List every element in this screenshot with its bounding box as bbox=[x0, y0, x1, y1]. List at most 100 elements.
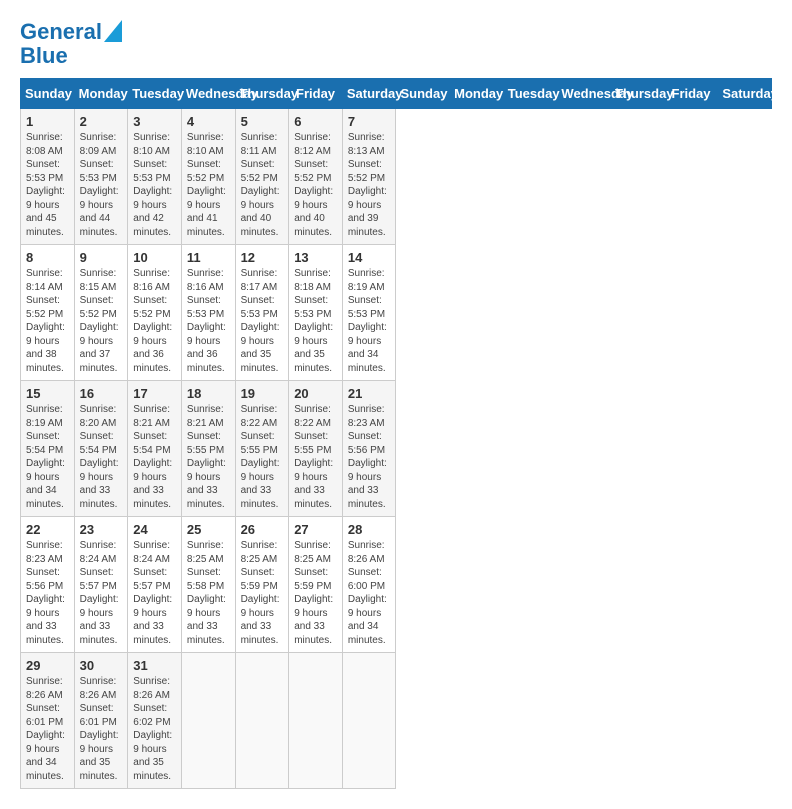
calendar-cell: 27Sunrise: 8:25 AMSunset: 5:59 PMDayligh… bbox=[289, 517, 343, 653]
day-info: Sunrise: 8:25 AMSunset: 5:58 PMDaylight:… bbox=[187, 539, 230, 647]
day-number: 13 bbox=[294, 250, 337, 265]
day-number: 4 bbox=[187, 114, 230, 129]
day-number: 5 bbox=[241, 114, 284, 129]
day-number: 17 bbox=[133, 386, 176, 401]
day-number: 10 bbox=[133, 250, 176, 265]
day-info: Sunrise: 8:23 AMSunset: 5:56 PMDaylight:… bbox=[348, 403, 391, 511]
day-number: 3 bbox=[133, 114, 176, 129]
day-number: 21 bbox=[348, 386, 391, 401]
day-number: 9 bbox=[80, 250, 123, 265]
day-number: 1 bbox=[26, 114, 69, 129]
day-info: Sunrise: 8:21 AMSunset: 5:55 PMDaylight:… bbox=[187, 403, 230, 511]
calendar-cell: 4 Sunrise: 8:10 AMSunset: 5:52 PMDaylight… bbox=[181, 109, 235, 245]
day-number: 25 bbox=[187, 522, 230, 537]
calendar-cell: 20 Sunrise: 8:22 AMSunset: 5:55 PMDayligh… bbox=[289, 381, 343, 517]
calendar-week-row: 1Sunrise: 8:08 AMSunset: 5:53 PMDaylight… bbox=[21, 109, 772, 245]
day-number: 11 bbox=[187, 250, 230, 265]
day-info: Sunrise: 8:21 AMSunset: 5:54 PMDaylight:… bbox=[133, 403, 176, 511]
calendar-week-row: 29 Sunrise: 8:26 AMSunset: 6:01 PMDayligh… bbox=[21, 653, 772, 789]
day-number: 12 bbox=[241, 250, 284, 265]
header-tuesday: Tuesday bbox=[128, 79, 182, 109]
day-info: Sunrise: 8:16 AMSunset: 5:52 PMDaylight:… bbox=[133, 267, 176, 375]
calendar-week-row: 15 Sunrise: 8:19 AMSunset: 5:54 PMDayligh… bbox=[21, 381, 772, 517]
day-number: 15 bbox=[26, 386, 69, 401]
day-number: 22 bbox=[26, 522, 69, 537]
calendar-cell bbox=[235, 653, 289, 789]
calendar-cell: 28 Sunrise: 8:26 AMSunset: 6:00 PMDayligh… bbox=[342, 517, 396, 653]
day-number: 16 bbox=[80, 386, 123, 401]
calendar-cell: 17 Sunrise: 8:21 AMSunset: 5:54 PMDayligh… bbox=[128, 381, 182, 517]
header-wednesday: Wednesday bbox=[181, 79, 235, 109]
calendar-cell: 31 Sunrise: 8:26 AMSunset: 6:02 PMDayligh… bbox=[128, 653, 182, 789]
calendar-cell: 7 Sunrise: 8:13 AMSunset: 5:52 PMDaylight… bbox=[342, 109, 396, 245]
day-number: 2 bbox=[80, 114, 123, 129]
calendar-cell: 5 Sunrise: 8:11 AMSunset: 5:52 PMDaylight… bbox=[235, 109, 289, 245]
day-info: Sunrise: 8:16 AMSunset: 5:53 PMDaylight:… bbox=[187, 267, 230, 375]
day-number: 26 bbox=[241, 522, 284, 537]
calendar-cell: 1Sunrise: 8:08 AMSunset: 5:53 PMDaylight… bbox=[21, 109, 75, 245]
calendar-table: SundayMondayTuesdayWednesdayThursdayFrid… bbox=[20, 78, 772, 789]
header-monday: Monday bbox=[74, 79, 128, 109]
day-info: Sunrise: 8:12 AMSunset: 5:52 PMDaylight:… bbox=[294, 131, 337, 239]
col-header-tuesday: Tuesday bbox=[503, 79, 557, 109]
day-info: Sunrise: 8:26 AMSunset: 6:02 PMDaylight:… bbox=[133, 675, 176, 783]
day-info: Sunrise: 8:15 AMSunset: 5:52 PMDaylight:… bbox=[80, 267, 123, 375]
calendar-cell: 2 Sunrise: 8:09 AMSunset: 5:53 PMDaylight… bbox=[74, 109, 128, 245]
calendar-cell: 29Sunrise: 8:26 AMSunset: 6:01 PMDayligh… bbox=[21, 653, 75, 789]
day-number: 28 bbox=[348, 522, 391, 537]
day-info: Sunrise: 8:10 AMSunset: 5:52 PMDaylight:… bbox=[187, 131, 230, 239]
col-header-thursday: Thursday bbox=[611, 79, 665, 109]
calendar-week-row: 22 Sunrise: 8:23 AMSunset: 5:56 PMDayligh… bbox=[21, 517, 772, 653]
day-info: Sunrise: 8:13 AMSunset: 5:52 PMDaylight:… bbox=[348, 131, 391, 239]
day-info: Sunrise: 8:11 AMSunset: 5:52 PMDaylight:… bbox=[241, 131, 284, 239]
calendar-cell: 23Sunrise: 8:24 AMSunset: 5:57 PMDayligh… bbox=[74, 517, 128, 653]
calendar-header-row: SundayMondayTuesdayWednesdayThursdayFrid… bbox=[21, 79, 772, 109]
calendar-cell: 14 Sunrise: 8:19 AMSunset: 5:53 PMDayligh… bbox=[342, 245, 396, 381]
calendar-cell: 25 Sunrise: 8:25 AMSunset: 5:58 PMDayligh… bbox=[181, 517, 235, 653]
col-header-sunday: Sunday bbox=[396, 79, 450, 109]
header-thursday: Thursday bbox=[235, 79, 289, 109]
calendar-cell: 11 Sunrise: 8:16 AMSunset: 5:53 PMDayligh… bbox=[181, 245, 235, 381]
day-number: 30 bbox=[80, 658, 123, 673]
day-info: Sunrise: 8:23 AMSunset: 5:56 PMDaylight:… bbox=[26, 539, 69, 647]
logo: General Blue bbox=[20, 20, 122, 68]
logo-triangle-icon bbox=[104, 20, 122, 42]
calendar-cell bbox=[181, 653, 235, 789]
header: General Blue bbox=[20, 20, 772, 68]
day-number: 24 bbox=[133, 522, 176, 537]
day-info: Sunrise: 8:24 AMSunset: 5:57 PMDaylight:… bbox=[80, 539, 123, 647]
day-info: Sunrise: 8:19 AMSunset: 5:54 PMDaylight:… bbox=[26, 403, 69, 511]
calendar-cell: 24 Sunrise: 8:24 AMSunset: 5:57 PMDayligh… bbox=[128, 517, 182, 653]
day-info: Sunrise: 8:26 AMSunset: 6:00 PMDaylight:… bbox=[348, 539, 391, 647]
calendar-cell bbox=[289, 653, 343, 789]
day-info: Sunrise: 8:17 AMSunset: 5:53 PMDaylight:… bbox=[241, 267, 284, 375]
day-info: Sunrise: 8:22 AMSunset: 5:55 PMDaylight:… bbox=[294, 403, 337, 511]
calendar-cell: 22 Sunrise: 8:23 AMSunset: 5:56 PMDayligh… bbox=[21, 517, 75, 653]
day-number: 27 bbox=[294, 522, 337, 537]
calendar-cell: 12 Sunrise: 8:17 AMSunset: 5:53 PMDayligh… bbox=[235, 245, 289, 381]
day-number: 19 bbox=[241, 386, 284, 401]
day-info: Sunrise: 8:18 AMSunset: 5:53 PMDaylight:… bbox=[294, 267, 337, 375]
day-number: 8 bbox=[26, 250, 69, 265]
calendar-cell: 3Sunrise: 8:10 AMSunset: 5:53 PMDaylight… bbox=[128, 109, 182, 245]
day-number: 20 bbox=[294, 386, 337, 401]
day-number: 18 bbox=[187, 386, 230, 401]
calendar-cell: 16 Sunrise: 8:20 AMSunset: 5:54 PMDayligh… bbox=[74, 381, 128, 517]
day-number: 29 bbox=[26, 658, 69, 673]
day-number: 14 bbox=[348, 250, 391, 265]
header-friday: Friday bbox=[289, 79, 343, 109]
day-info: Sunrise: 8:24 AMSunset: 5:57 PMDaylight:… bbox=[133, 539, 176, 647]
logo-blue-text: Blue bbox=[20, 44, 68, 68]
day-info: Sunrise: 8:19 AMSunset: 5:53 PMDaylight:… bbox=[348, 267, 391, 375]
calendar-cell: 13 Sunrise: 8:18 AMSunset: 5:53 PMDayligh… bbox=[289, 245, 343, 381]
calendar-cell: 19Sunrise: 8:22 AMSunset: 5:55 PMDayligh… bbox=[235, 381, 289, 517]
col-header-wednesday: Wednesday bbox=[557, 79, 611, 109]
header-saturday: Saturday bbox=[342, 79, 396, 109]
day-info: Sunrise: 8:26 AMSunset: 6:01 PMDaylight:… bbox=[80, 675, 123, 783]
calendar-cell: 9 Sunrise: 8:15 AMSunset: 5:52 PMDaylight… bbox=[74, 245, 128, 381]
day-number: 7 bbox=[348, 114, 391, 129]
day-info: Sunrise: 8:20 AMSunset: 5:54 PMDaylight:… bbox=[80, 403, 123, 511]
day-number: 31 bbox=[133, 658, 176, 673]
day-info: Sunrise: 8:09 AMSunset: 5:53 PMDaylight:… bbox=[80, 131, 123, 239]
day-info: Sunrise: 8:14 AMSunset: 5:52 PMDaylight:… bbox=[26, 267, 69, 375]
